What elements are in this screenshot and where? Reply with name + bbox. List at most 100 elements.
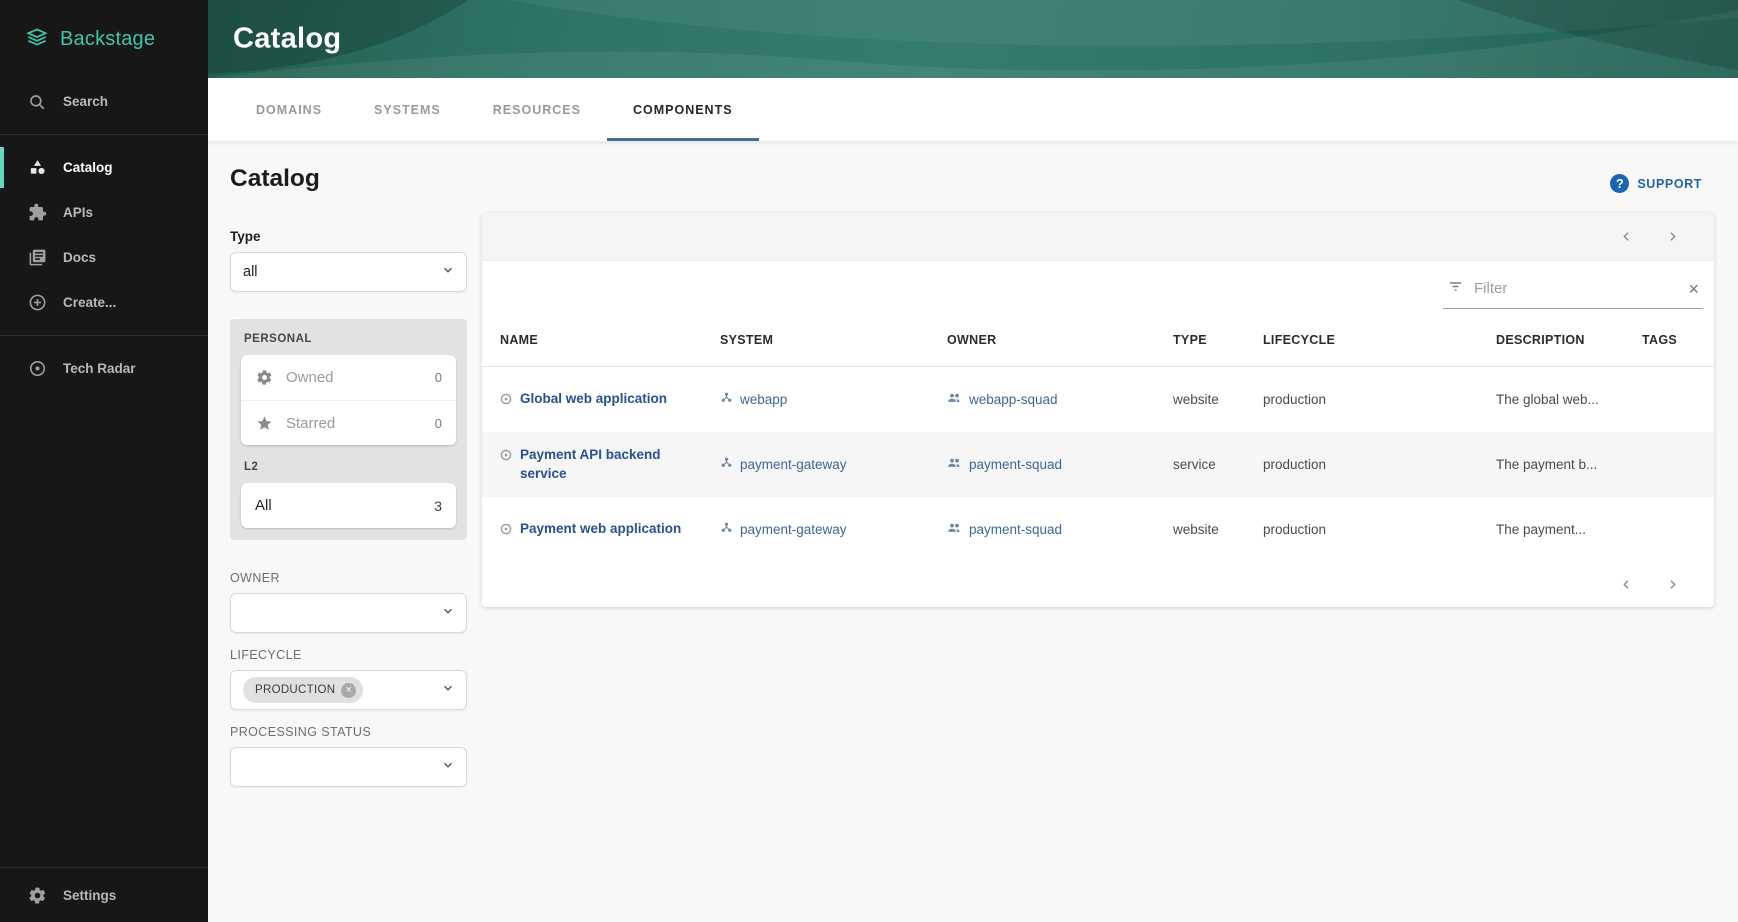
search-icon (27, 92, 47, 112)
page-title: Catalog (230, 165, 320, 192)
chevron-down-icon (441, 604, 455, 622)
gear-icon (255, 369, 273, 386)
type-cell: website (1173, 522, 1219, 537)
lifecycle-filter-select[interactable]: PRODUCTION × (230, 670, 467, 710)
sidebar-item-settings[interactable]: Settings (0, 868, 208, 922)
category-icon (27, 158, 47, 178)
pagination-prev-button[interactable] (1616, 227, 1636, 247)
all-filter-label: All (255, 497, 272, 514)
table-row: Payment API backend service payment-gate… (482, 432, 1714, 497)
content-area: Catalog ? SUPPORT Type all PERSONAL Owne… (208, 141, 1738, 922)
owner-link[interactable]: payment-squad (969, 522, 1062, 537)
owned-filter-option[interactable]: Owned 0 (241, 355, 456, 400)
owner-filter-select[interactable] (230, 593, 467, 633)
system-link[interactable]: payment-gateway (740, 457, 847, 472)
personal-picker-card: Owned 0 Starred 0 (241, 355, 456, 445)
sidebar-divider (0, 335, 208, 336)
column-header-tags[interactable]: TAGS (1642, 333, 1714, 347)
chip-remove-icon[interactable]: × (341, 682, 357, 698)
tab-systems[interactable]: SYSTEMS (348, 78, 467, 141)
sidebar-item-label: Settings (63, 887, 117, 903)
type-filter-select[interactable]: all (230, 252, 467, 292)
backstage-logo-icon (24, 24, 50, 55)
backstage-logo[interactable]: Backstage (0, 0, 208, 73)
tab-components[interactable]: COMPONENTS (606, 78, 759, 141)
system-icon (720, 521, 733, 539)
type-filter-label: Type (230, 229, 261, 244)
component-kind-icon (500, 522, 512, 540)
pagination-next-button[interactable] (1662, 574, 1682, 594)
pagination-prev-button[interactable] (1616, 574, 1636, 594)
system-link[interactable]: payment-gateway (740, 522, 847, 537)
tab-resources[interactable]: RESOURCES (467, 78, 607, 141)
owned-filter-label: Owned (286, 369, 334, 386)
lifecycle-filter-label: LIFECYCLE (230, 648, 302, 662)
starred-filter-option[interactable]: Starred 0 (241, 400, 456, 445)
radar-icon (27, 359, 47, 379)
all-filter-option[interactable]: All 3 (241, 483, 456, 528)
owner-filter-label: OWNER (230, 571, 280, 585)
processing-status-filter-label: PROCESSING STATUS (230, 725, 372, 739)
support-button[interactable]: ? SUPPORT (1610, 174, 1702, 193)
filters-panel: Type all PERSONAL Owned 0 Starred 0 L2 A… (230, 229, 467, 787)
clear-filter-icon[interactable]: × (1688, 280, 1699, 298)
system-link[interactable]: webapp (740, 392, 787, 407)
l2-section-label: L2 (244, 461, 259, 473)
sidebar-item-search[interactable]: Search (0, 79, 208, 124)
sidebar-item-catalog[interactable]: Catalog (0, 145, 208, 190)
group-icon (947, 390, 962, 410)
sidebar-item-tech-radar[interactable]: Tech Radar (0, 346, 208, 391)
chevron-down-icon (441, 681, 455, 699)
sidebar-item-docs[interactable]: Docs (0, 235, 208, 280)
table-body: Global web application webapp webapp-squ… (482, 367, 1714, 562)
type-cell: service (1173, 457, 1216, 472)
entity-name-link[interactable]: Global web application (520, 390, 667, 408)
table-filter-field[interactable]: × (1443, 271, 1703, 309)
owner-link[interactable]: payment-squad (969, 457, 1062, 472)
sidebar: Backstage Search Catalog APIs Docs Creat… (0, 0, 208, 922)
sidebar-item-label: Catalog (63, 160, 113, 175)
starred-filter-label: Starred (286, 414, 336, 432)
description-cell: The payment... (1496, 522, 1587, 537)
chevron-down-icon (441, 263, 455, 281)
table-toolbar (482, 213, 1714, 261)
components-table-card: × NAME SYSTEM OWNER TYPE LIFECYCLE DESCR… (482, 213, 1714, 607)
owned-filter-count: 0 (434, 370, 442, 385)
processing-status-filter-select[interactable] (230, 747, 467, 787)
tab-domains[interactable]: DOMAINS (230, 78, 348, 141)
lifecycle-chip-label: PRODUCTION (255, 684, 336, 696)
column-header-name[interactable]: NAME (482, 333, 720, 347)
column-header-owner[interactable]: OWNER (947, 333, 1173, 347)
all-filter-count: 3 (434, 497, 442, 514)
help-icon: ? (1610, 174, 1630, 193)
column-header-system[interactable]: SYSTEM (720, 333, 947, 347)
type-filter-value: all (243, 264, 258, 280)
filter-list-icon (1447, 278, 1464, 300)
table-filter-input[interactable] (1474, 280, 1679, 297)
system-icon (720, 456, 733, 474)
column-header-description[interactable]: DESCRIPTION (1496, 333, 1642, 347)
column-header-type[interactable]: TYPE (1173, 333, 1263, 347)
owner-link[interactable]: webapp-squad (969, 392, 1058, 407)
gear-icon (27, 885, 47, 905)
column-header-lifecycle[interactable]: LIFECYCLE (1263, 333, 1496, 347)
sidebar-item-label: Docs (63, 250, 97, 265)
lifecycle-cell: production (1263, 522, 1327, 537)
entity-name-link[interactable]: Payment web application (520, 520, 681, 538)
table-row: Global web application webapp webapp-squ… (482, 367, 1714, 432)
starred-filter-count: 0 (434, 415, 442, 431)
sidebar-item-apis[interactable]: APIs (0, 190, 208, 235)
sidebar-item-create[interactable]: Create... (0, 280, 208, 325)
plus-circle-icon (27, 293, 47, 313)
personal-section-label: PERSONAL (244, 333, 312, 345)
component-kind-icon (500, 392, 512, 410)
type-cell: website (1173, 392, 1219, 407)
entity-name-link[interactable]: Payment API backend service (520, 446, 704, 482)
page-header-title: Catalog (233, 22, 342, 55)
system-icon (720, 391, 733, 409)
support-label: SUPPORT (1637, 176, 1702, 191)
sidebar-divider (0, 134, 208, 135)
l2-picker-card: All 3 (241, 483, 456, 528)
pagination-next-button[interactable] (1662, 227, 1682, 247)
group-icon (947, 455, 962, 475)
